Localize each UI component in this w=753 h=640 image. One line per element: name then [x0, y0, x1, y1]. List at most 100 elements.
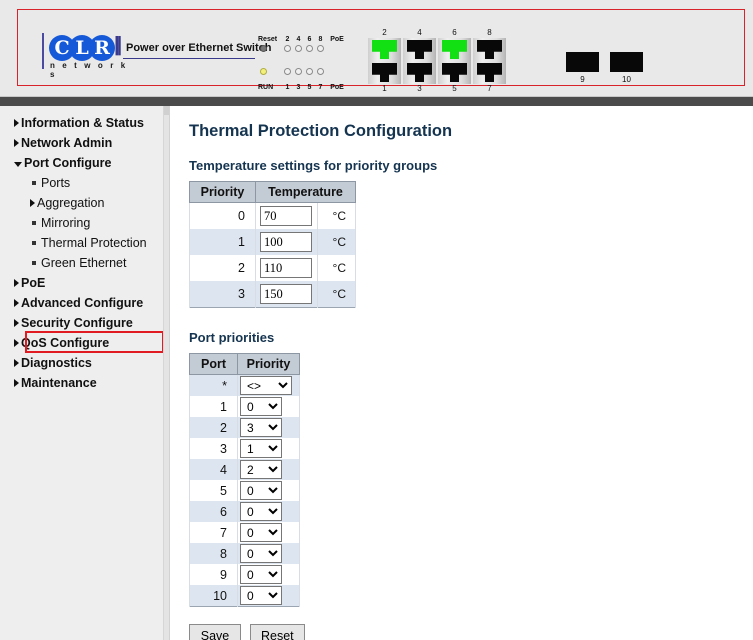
table-row: 1 °C: [189, 229, 356, 255]
rj45-jack-6-icon: [438, 38, 471, 61]
port-number: 8: [189, 543, 238, 564]
rj45-top-num-2: 2: [382, 28, 387, 37]
sidebar-item-label: Advanced Configure: [21, 296, 144, 310]
port-number: 6: [189, 501, 238, 522]
sidebar-item-label: Port Configure: [24, 156, 112, 170]
column-header-temperature: Temperature: [255, 181, 356, 203]
sidebar-item-port-configure[interactable]: Port Configure: [0, 153, 169, 173]
temperature-input-priority-3[interactable]: [260, 284, 312, 304]
chevron-down-icon: [14, 161, 22, 167]
port-priorities-table: Port Priority *<>01231012320123301234012…: [189, 353, 300, 607]
led-slot-7: [315, 68, 326, 75]
sidebar-item-green-ethernet[interactable]: Green Ethernet: [0, 253, 169, 273]
port-number: 10: [189, 585, 238, 607]
sidebar-item-maintenance[interactable]: Maintenance: [0, 373, 169, 393]
chevron-right-icon: [14, 119, 19, 127]
priority-select-port-10[interactable]: 0123: [240, 586, 282, 605]
logo-accent-bar: [42, 33, 44, 69]
sidebar-item-label: Ports: [41, 176, 71, 190]
sidebar-item-label: Diagnostics: [21, 356, 92, 370]
priority-select-port-8[interactable]: 0123: [240, 544, 282, 563]
table-row: 60123: [189, 501, 300, 522]
sidebar-scrollbar[interactable]: [163, 106, 169, 640]
priority-cell: 0123: [237, 522, 300, 543]
rj45-jack-8-icon: [473, 38, 506, 61]
sidebar-item-mirroring[interactable]: Mirroring: [0, 213, 169, 233]
sidebar-navigation: Information & Status Network Admin Port …: [0, 106, 170, 640]
temperature-input-priority-1[interactable]: [260, 232, 312, 252]
port-pair-3-4: 4 3: [403, 28, 436, 94]
rj45-top-num-6: 6: [452, 28, 457, 37]
chevron-right-icon: [14, 359, 19, 367]
priority-select-port-1[interactable]: 0123: [240, 397, 282, 416]
led-label-poe-top: PoE: [330, 36, 344, 43]
led-row-bottom: [258, 68, 326, 75]
column-header-priority: Priority: [237, 353, 300, 375]
priority-select-port-2[interactable]: 0123: [240, 418, 282, 437]
priority-cell: 0123: [237, 501, 300, 522]
priority-select-port-4[interactable]: 0123: [240, 460, 282, 479]
led-slot-5: [304, 68, 315, 75]
rj45-bottom-num-7: 7: [487, 84, 492, 93]
port-number: 2: [189, 417, 238, 438]
temperature-input-priority-0[interactable]: [260, 206, 312, 226]
table-row: 30123: [189, 438, 300, 459]
priority-value: 3: [189, 281, 256, 308]
sidebar-item-ports[interactable]: Ports: [0, 173, 169, 193]
priority-select-port-9[interactable]: 0123: [240, 565, 282, 584]
port-3-led-icon: [295, 68, 302, 75]
priority-select-port-7[interactable]: 0123: [240, 523, 282, 542]
led-top-labels: Reset 2 4 6 8 PoE: [258, 36, 346, 43]
port-pair-1-2: 2 1: [368, 28, 401, 94]
temperature-input-priority-2[interactable]: [260, 258, 312, 278]
sidebar-item-information-status[interactable]: Information & Status: [0, 113, 169, 133]
port-number: *: [189, 374, 238, 396]
sidebar-item-diagnostics[interactable]: Diagnostics: [0, 353, 169, 373]
temperature-cell: [255, 281, 318, 308]
rj45-bottom-num-5: 5: [452, 84, 457, 93]
sidebar-item-label: Security Configure: [21, 316, 133, 330]
save-button[interactable]: Save: [189, 624, 241, 640]
reset-button[interactable]: Reset: [250, 624, 305, 640]
led-label-3: 3: [296, 84, 301, 91]
port-6-led-icon: [306, 45, 313, 52]
priority-select-port-6[interactable]: 0123: [240, 502, 282, 521]
port-5-led-icon: [306, 68, 313, 75]
priority-select-port-5[interactable]: 0123: [240, 481, 282, 500]
table-row: 0 °C: [189, 202, 356, 229]
sidebar-item-advanced-configure[interactable]: Advanced Configure: [0, 293, 169, 313]
column-header-priority: Priority: [189, 181, 256, 203]
priority-select-port-*[interactable]: <>0123: [240, 376, 292, 395]
sidebar-item-thermal-protection[interactable]: Thermal Protection: [0, 233, 169, 253]
logo-letter-r: R: [89, 35, 115, 61]
led-indicator-cluster: Reset 2 4 6 8 PoE RUN 1 3 5 7 PoE: [258, 36, 358, 92]
table-row: 90123: [189, 564, 300, 585]
led-label-reset: Reset: [258, 36, 278, 43]
reset-led-icon: [260, 45, 267, 52]
priority-value: 1: [189, 229, 256, 255]
led-slot-2: [282, 45, 293, 52]
table-header-row: Priority Temperature: [189, 181, 356, 203]
sidebar-item-poe[interactable]: PoE: [0, 273, 169, 293]
sidebar-item-qos-configure[interactable]: QoS Configure: [0, 333, 169, 353]
priority-cell: 0123: [237, 480, 300, 501]
sidebar-item-label: Aggregation: [37, 196, 105, 210]
temperature-settings-table: Priority Temperature 0 °C 1 °C: [189, 181, 356, 308]
sfp-port-stack: 9 10: [566, 52, 643, 84]
led-label-run: RUN: [258, 84, 274, 91]
temperature-cell: [255, 229, 318, 255]
port-pair-7-8: 8 7: [473, 28, 506, 94]
rj45-jack-2-icon: [368, 38, 401, 61]
rj45-top-num-8: 8: [487, 28, 492, 37]
sidebar-item-label: Network Admin: [21, 136, 113, 150]
rj45-jack-3-icon: [403, 61, 436, 84]
priority-value: 2: [189, 255, 256, 281]
priority-select-port-3[interactable]: 0123: [240, 439, 282, 458]
port-2-led-icon: [284, 45, 291, 52]
sidebar-item-security-configure[interactable]: Security Configure: [0, 313, 169, 333]
chevron-right-icon: [14, 379, 19, 387]
sidebar-item-aggregation[interactable]: Aggregation: [0, 193, 169, 213]
sidebar-item-network-admin[interactable]: Network Admin: [0, 133, 169, 153]
port-4-led-icon: [295, 45, 302, 52]
bullet-square-icon: [32, 181, 36, 185]
